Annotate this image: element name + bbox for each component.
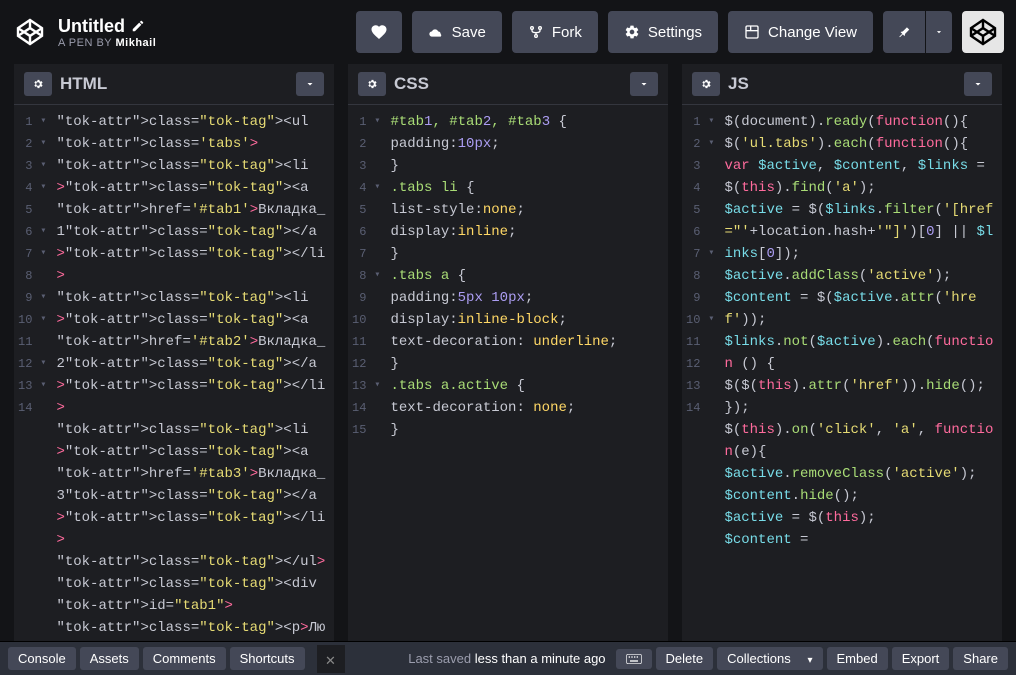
css-title: CSS (394, 74, 622, 94)
html-collapse-icon[interactable] (296, 72, 324, 96)
edit-icon[interactable] (131, 19, 145, 33)
collections-button[interactable]: Collections (717, 647, 822, 670)
close-icon[interactable]: ✕ (317, 645, 345, 673)
header: Untitled A PEN BY Mikhail Save Fork Sett… (0, 0, 1016, 64)
comments-button[interactable]: Comments (143, 647, 226, 670)
share-button[interactable]: Share (953, 647, 1008, 670)
shortcuts-button[interactable]: Shortcuts (230, 647, 305, 670)
html-title: HTML (60, 74, 288, 94)
console-button[interactable]: Console (8, 647, 76, 670)
html-settings-icon[interactable] (24, 72, 52, 96)
keyboard-icon[interactable] (616, 649, 652, 669)
css-panel: CSS 1 2 3 4 5 6 7 8 9 10 11 12 13 14 15 … (348, 64, 668, 641)
footer: Console Assets Comments Shortcuts ✕ Last… (0, 641, 1016, 675)
css-collapse-icon[interactable] (630, 72, 658, 96)
html-panel: HTML 1 2 3 4 5 6 7 8 9 10 11 12 13 14 ▾ … (14, 64, 334, 641)
pin-dropdown[interactable] (926, 11, 952, 53)
js-title: JS (728, 74, 956, 94)
delete-button[interactable]: Delete (656, 647, 714, 670)
pen-title[interactable]: Untitled (58, 16, 125, 37)
js-panel: JS 1 2 3 4 5 6 7 8 9 10 11 12 13 14 ▾ ▾ … (682, 64, 1002, 641)
css-editor[interactable]: 1 2 3 4 5 6 7 8 9 10 11 12 13 14 15 ▾ ▾ … (348, 105, 668, 641)
change-view-button[interactable]: Change View (728, 11, 873, 53)
editors-row: HTML 1 2 3 4 5 6 7 8 9 10 11 12 13 14 ▾ … (0, 64, 1016, 641)
html-editor[interactable]: 1 2 3 4 5 6 7 8 9 10 11 12 13 14 ▾ ▾ ▾ ▾… (14, 105, 334, 641)
author-link[interactable]: Mikhail (116, 37, 157, 49)
pin-button[interactable] (883, 11, 925, 53)
subtitle: A PEN BY Mikhail (58, 37, 156, 49)
save-button[interactable]: Save (412, 11, 502, 53)
js-collapse-icon[interactable] (964, 72, 992, 96)
fork-button[interactable]: Fork (512, 11, 598, 53)
css-settings-icon[interactable] (358, 72, 386, 96)
assets-button[interactable]: Assets (80, 647, 139, 670)
settings-button[interactable]: Settings (608, 11, 718, 53)
export-button[interactable]: Export (892, 647, 950, 670)
js-editor[interactable]: 1 2 3 4 5 6 7 8 9 10 11 12 13 14 ▾ ▾ ▾ ▾… (682, 105, 1002, 641)
title-area: Untitled A PEN BY Mikhail (58, 16, 156, 49)
avatar[interactable] (962, 11, 1004, 53)
codepen-logo[interactable] (12, 14, 48, 50)
embed-button[interactable]: Embed (827, 647, 888, 670)
js-settings-icon[interactable] (692, 72, 720, 96)
pin-group (883, 11, 952, 53)
heart-button[interactable] (356, 11, 402, 53)
save-status: Last saved less than a minute ago (408, 651, 605, 666)
